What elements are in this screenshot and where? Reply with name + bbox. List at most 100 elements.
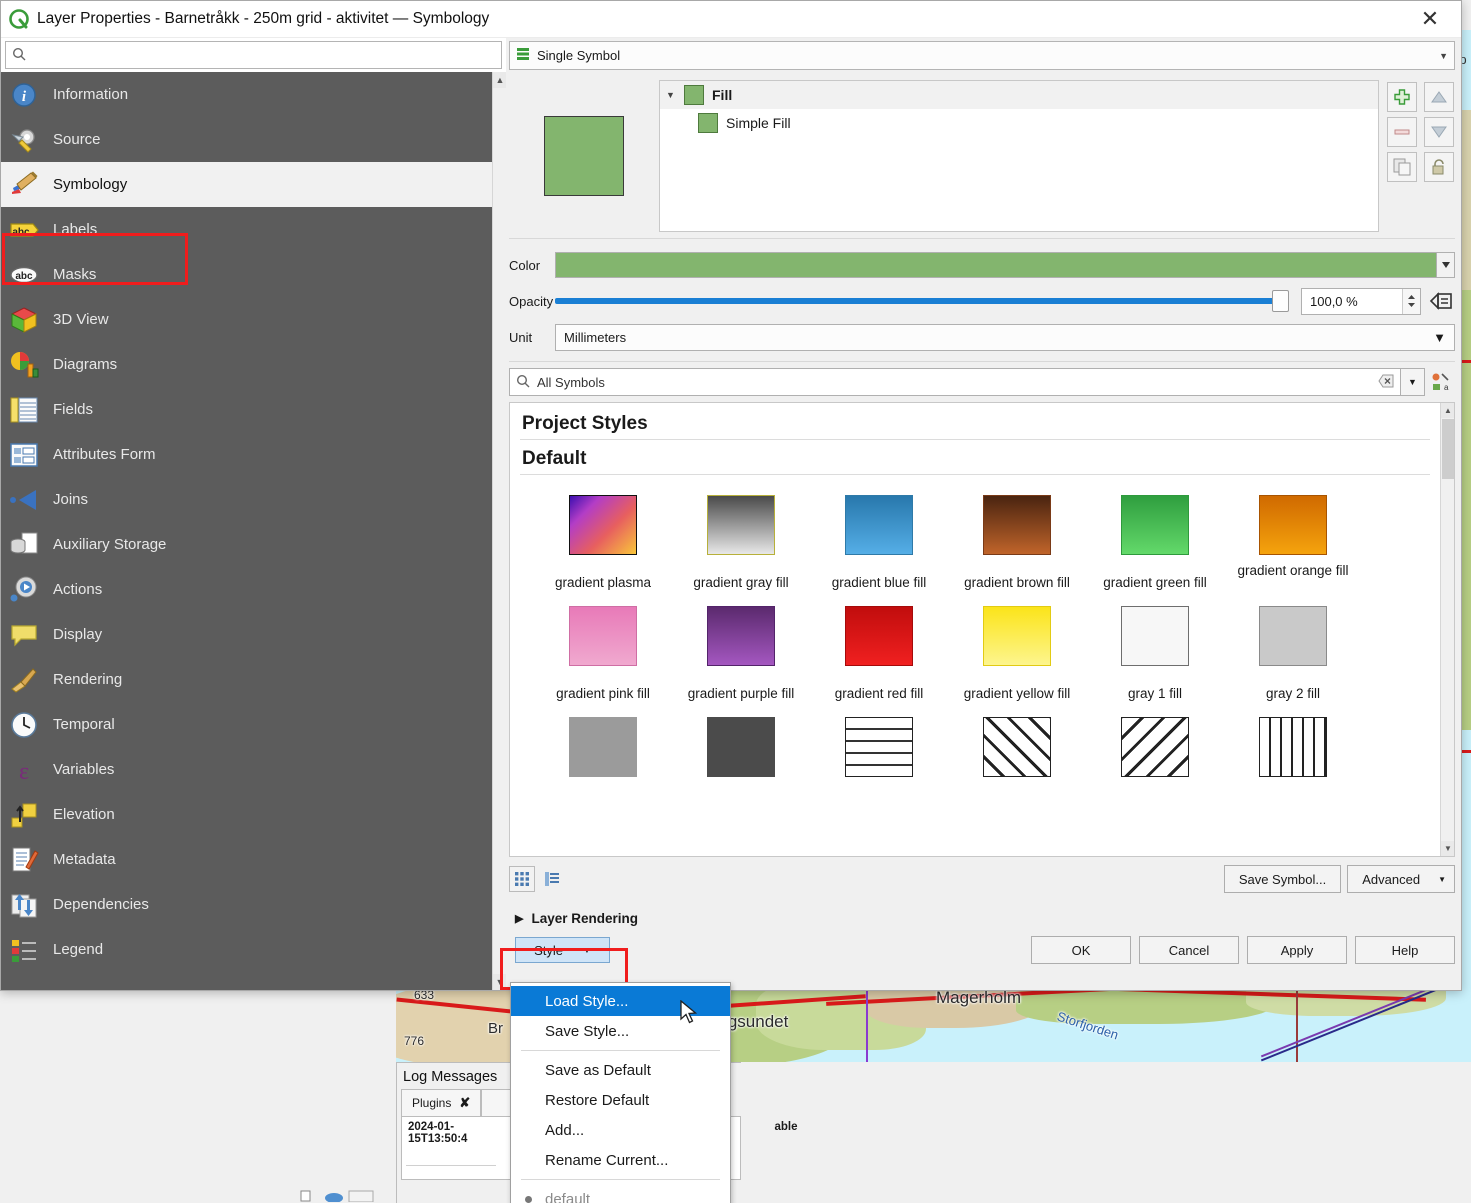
page-icon[interactable]	[300, 1190, 314, 1202]
chevron-down-icon[interactable]: ▼	[666, 90, 676, 100]
sidebar-item-joins[interactable]: Joins	[1, 477, 506, 522]
chevron-right-icon[interactable]: ▶	[515, 912, 523, 925]
sidebar-item-legend[interactable]: Legend	[1, 927, 506, 972]
sidebar-item-rendering[interactable]: Rendering	[1, 657, 506, 702]
clear-icon[interactable]	[1378, 374, 1394, 391]
symbol-item[interactable]: gradient blue fill	[810, 495, 948, 592]
sidebar-item-information[interactable]: i Information	[1, 72, 506, 117]
color-button[interactable]	[555, 252, 1437, 278]
unit-select[interactable]: Millimeters ▼	[555, 323, 1455, 351]
symbol-item[interactable]: gradient plasma	[534, 495, 672, 592]
scroll-down-icon[interactable]: ▼	[493, 974, 506, 990]
scroll-up-icon[interactable]: ▲	[493, 72, 506, 88]
symbol-item[interactable]: gradient red fill	[810, 606, 948, 703]
scroll-up-icon[interactable]: ▲	[1441, 403, 1454, 418]
apply-button[interactable]: Apply	[1247, 936, 1347, 964]
menu-item-restore-default[interactable]: Restore Default	[511, 1085, 730, 1115]
opacity-handle[interactable]	[1272, 290, 1289, 312]
menu-item-rename-current[interactable]: Rename Current...	[511, 1145, 730, 1175]
lock-layer-button[interactable]	[1423, 152, 1454, 182]
symbol-item[interactable]: gradient purple fill	[672, 606, 810, 703]
sidebar-item-3d-view[interactable]: 3D View	[1, 297, 506, 342]
sidebar-item-auxiliary-storage[interactable]: Auxiliary Storage	[1, 522, 506, 567]
sidebar-item-actions[interactable]: Actions	[1, 567, 506, 612]
log-tab-plugins[interactable]: Plugins ✘	[401, 1089, 482, 1116]
globe-icon[interactable]	[324, 1190, 343, 1203]
sidebar-item-dependencies[interactable]: Dependencies	[1, 882, 506, 927]
duplicate-symbol-layer-button[interactable]	[1387, 152, 1417, 182]
sidebar-item-elevation[interactable]: Elevation	[1, 792, 506, 837]
symbol-item[interactable]: gradient gray fill	[672, 495, 810, 592]
chevron-down-icon[interactable]: ▼	[1439, 51, 1448, 61]
move-down-button[interactable]	[1423, 117, 1454, 147]
sidebar-item-variables[interactable]: ε Variables	[1, 747, 506, 792]
menu-item-add[interactable]: Add...	[511, 1115, 730, 1145]
symbol-item[interactable]	[672, 717, 810, 795]
chevron-down-icon[interactable]: ▼	[583, 946, 591, 955]
symbol-item[interactable]: gradient yellow fill	[948, 606, 1086, 703]
color-dropdown-button[interactable]	[1437, 252, 1455, 278]
chevron-down-icon[interactable]: ▼	[1433, 330, 1446, 345]
symbol-item[interactable]	[1086, 717, 1224, 795]
layer-rendering-section[interactable]: ▶ Layer Rendering	[509, 911, 1455, 926]
tree-node-fill[interactable]: ▼ Fill	[660, 81, 1378, 109]
close-x-icon[interactable]: ✘	[459, 1095, 470, 1111]
grid-view-icon[interactable]	[509, 866, 535, 892]
sidebar-item-symbology[interactable]: Symbology	[1, 162, 506, 207]
symbol-item[interactable]	[810, 717, 948, 795]
style-button[interactable]: Style ▼	[515, 937, 610, 963]
symbol-search-input[interactable]: All Symbols	[509, 368, 1401, 396]
symbol-swatch	[707, 606, 775, 666]
search-field[interactable]	[32, 47, 495, 63]
symbol-item[interactable]	[948, 717, 1086, 795]
scroll-down-icon[interactable]: ▼	[1441, 841, 1454, 856]
renderer-type-select[interactable]: Single Symbol ▼	[509, 41, 1455, 70]
fields-table-icon	[9, 395, 39, 425]
box-icon[interactable]	[348, 1190, 374, 1203]
symbol-layer-tree[interactable]: ▼ Fill Simple Fill	[659, 80, 1379, 232]
sidebar-item-display[interactable]: Display	[1, 612, 506, 657]
bottom-toolbar-icons[interactable]	[300, 1190, 374, 1203]
symbol-item[interactable]: gradient orange fill	[1224, 495, 1362, 592]
opacity-slider[interactable]	[555, 288, 1289, 314]
sidebar-item-temporal[interactable]: Temporal	[1, 702, 506, 747]
list-view-icon[interactable]	[539, 866, 565, 892]
spin-arrows-icon[interactable]	[1402, 288, 1420, 314]
add-symbol-layer-button[interactable]	[1387, 82, 1417, 112]
menu-item-default[interactable]: default	[511, 1184, 730, 1203]
sidebar-item-diagrams[interactable]: Diagrams	[1, 342, 506, 387]
symbol-item[interactable]: gray 1 fill	[1086, 606, 1224, 703]
sidebar-item-fields[interactable]: Fields	[1, 387, 506, 432]
symbol-gallery[interactable]: Project Styles Default gradient plasma g…	[509, 402, 1455, 857]
sidebar-item-attributes-form[interactable]: Attributes Form	[1, 432, 506, 477]
ok-button[interactable]: OK	[1031, 936, 1131, 964]
advanced-button[interactable]: Advanced ▼	[1347, 865, 1455, 893]
search-input[interactable]	[5, 41, 502, 69]
symbol-item[interactable]	[1224, 717, 1362, 795]
symbol-filter-dropdown[interactable]: ▼	[1401, 368, 1425, 396]
symbol-item[interactable]: gradient brown fill	[948, 495, 1086, 592]
opacity-spinbox[interactable]: 100,0 %	[1301, 287, 1421, 315]
chevron-down-icon[interactable]: ▼	[1438, 875, 1446, 884]
help-button[interactable]: Help	[1355, 936, 1455, 964]
data-defined-override-icon[interactable]	[1429, 288, 1455, 314]
symbol-item[interactable]	[534, 717, 672, 795]
symbol-item[interactable]: gradient pink fill	[534, 606, 672, 703]
save-symbol-button[interactable]: Save Symbol...	[1223, 865, 1342, 893]
menu-item-save-as-default[interactable]: Save as Default	[511, 1055, 730, 1085]
cancel-button[interactable]: Cancel	[1139, 936, 1239, 964]
sidebar-item-masks[interactable]: abc Masks	[1, 252, 506, 297]
remove-symbol-layer-button[interactable]	[1387, 117, 1417, 147]
sidebar-item-labels[interactable]: abc Labels	[1, 207, 506, 252]
sidebar-item-metadata[interactable]: Metadata	[1, 837, 506, 882]
symbol-item[interactable]: gradient green fill	[1086, 495, 1224, 592]
move-up-button[interactable]	[1423, 82, 1454, 112]
tree-node-simple-fill[interactable]: Simple Fill	[660, 109, 1378, 137]
gallery-scrollbar[interactable]: ▲ ▼	[1440, 403, 1454, 856]
close-icon[interactable]: ✕	[1407, 1, 1453, 37]
scrollbar-thumb[interactable]	[1442, 419, 1454, 479]
sidebar-item-source[interactable]: Source	[1, 117, 506, 162]
style-manager-icon[interactable]: a	[1425, 368, 1455, 396]
sidebar-scrollbar[interactable]: ▲ ▼	[492, 72, 506, 990]
symbol-item[interactable]: gray 2 fill	[1224, 606, 1362, 703]
